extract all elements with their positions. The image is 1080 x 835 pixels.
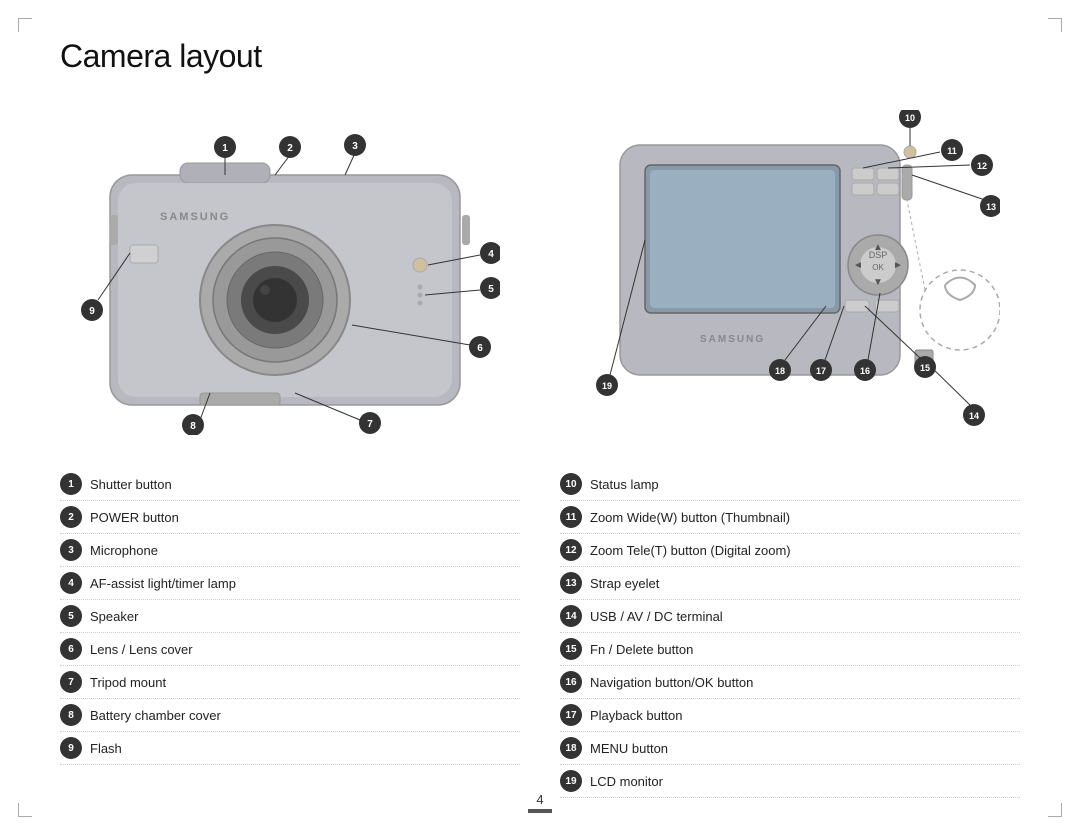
label-row: 8 Battery chamber cover: [60, 699, 520, 732]
label-badge: 11: [560, 506, 582, 528]
svg-text:14: 14: [969, 411, 979, 421]
label-text: LCD monitor: [590, 774, 663, 789]
label-row: 3 Microphone: [60, 534, 520, 567]
corner-mark-bl: [18, 803, 32, 817]
label-badge: 3: [60, 539, 82, 561]
label-badge: 1: [60, 473, 82, 495]
label-row: 6 Lens / Lens cover: [60, 633, 520, 666]
svg-text:OK: OK: [872, 263, 884, 272]
label-text: MENU button: [590, 741, 668, 756]
label-text: Microphone: [90, 543, 158, 558]
label-text: Tripod mount: [90, 675, 166, 690]
svg-text:2: 2: [287, 143, 293, 154]
label-badge: 4: [60, 572, 82, 594]
svg-text:19: 19: [602, 381, 612, 391]
label-badge: 18: [560, 737, 582, 759]
camera-front: SAMSUNG 1 2: [60, 100, 520, 460]
back-labels-column: 10 Status lamp 11 Zoom Wide(W) button (T…: [560, 468, 1020, 798]
label-text: Flash: [90, 741, 122, 756]
label-badge: 16: [560, 671, 582, 693]
label-row: 17 Playback button: [560, 699, 1020, 732]
label-row: 12 Zoom Tele(T) button (Digital zoom): [560, 534, 1020, 567]
label-badge: 5: [60, 605, 82, 627]
label-badge: 10: [560, 473, 582, 495]
label-row: 15 Fn / Delete button: [560, 633, 1020, 666]
corner-mark-tr: [1048, 18, 1062, 32]
label-text: Zoom Tele(T) button (Digital zoom): [590, 543, 791, 558]
front-labels-column: 1 Shutter button 2 POWER button 3 Microp…: [60, 468, 520, 798]
label-badge: 9: [60, 737, 82, 759]
svg-text:▼: ▼: [873, 277, 883, 288]
label-text: Navigation button/OK button: [590, 675, 753, 690]
label-text: Shutter button: [90, 477, 172, 492]
label-row: 11 Zoom Wide(W) button (Thumbnail): [560, 501, 1020, 534]
label-row: 7 Tripod mount: [60, 666, 520, 699]
svg-text:17: 17: [816, 366, 826, 376]
label-row: 18 MENU button: [560, 732, 1020, 765]
svg-text:18: 18: [775, 366, 785, 376]
svg-text:►: ►: [893, 260, 903, 271]
label-badge: 2: [60, 506, 82, 528]
label-badge: 13: [560, 572, 582, 594]
label-row: 14 USB / AV / DC terminal: [560, 600, 1020, 633]
label-badge: 14: [560, 605, 582, 627]
svg-text:12: 12: [977, 161, 987, 171]
corner-mark-tl: [18, 18, 32, 32]
svg-text:11: 11: [947, 146, 957, 156]
svg-text:10: 10: [905, 113, 915, 123]
label-badge: 8: [60, 704, 82, 726]
label-badge: 6: [60, 638, 82, 660]
page-number-bar: [528, 809, 552, 813]
corner-mark-br: [1048, 803, 1062, 817]
svg-text:7: 7: [367, 419, 373, 430]
label-text: USB / AV / DC terminal: [590, 609, 723, 624]
cameras-area: SAMSUNG 1 2: [60, 100, 1020, 460]
label-badge: 17: [560, 704, 582, 726]
label-text: Speaker: [90, 609, 138, 624]
label-badge: 12: [560, 539, 582, 561]
label-row: 19 LCD monitor: [560, 765, 1020, 798]
svg-text:8: 8: [190, 421, 196, 432]
label-text: Status lamp: [590, 477, 659, 492]
svg-text:SAMSUNG: SAMSUNG: [700, 334, 765, 345]
svg-text:4: 4: [488, 249, 494, 260]
label-text: AF-assist light/timer lamp: [90, 576, 236, 591]
label-badge: 19: [560, 770, 582, 792]
svg-text:◄: ◄: [853, 260, 863, 271]
svg-text:9: 9: [89, 306, 95, 317]
svg-text:1: 1: [222, 143, 228, 154]
label-row: 5 Speaker: [60, 600, 520, 633]
page-title: Camera layout: [60, 38, 262, 75]
label-text: Strap eyelet: [590, 576, 659, 591]
label-row: 1 Shutter button: [60, 468, 520, 501]
label-text: Battery chamber cover: [90, 708, 221, 723]
svg-text:16: 16: [860, 366, 870, 376]
label-text: Zoom Wide(W) button (Thumbnail): [590, 510, 790, 525]
svg-text:3: 3: [352, 141, 358, 152]
labels-section: 1 Shutter button 2 POWER button 3 Microp…: [60, 468, 1020, 798]
label-row: 2 POWER button: [60, 501, 520, 534]
label-row: 13 Strap eyelet: [560, 567, 1020, 600]
svg-text:13: 13: [986, 202, 996, 212]
label-badge: 7: [60, 671, 82, 693]
page-number: 4: [536, 792, 543, 807]
label-row: 4 AF-assist light/timer lamp: [60, 567, 520, 600]
svg-text:6: 6: [477, 343, 483, 354]
label-text: Fn / Delete button: [590, 642, 693, 657]
label-row: 16 Navigation button/OK button: [560, 666, 1020, 699]
label-row: 10 Status lamp: [560, 468, 1020, 501]
label-row: 9 Flash: [60, 732, 520, 765]
svg-text:▲: ▲: [873, 242, 883, 253]
svg-text:SAMSUNG: SAMSUNG: [160, 211, 230, 223]
camera-back: DSP OK ▲ ▼ ◄ ► SAMSUNG: [560, 100, 1020, 460]
label-text: Lens / Lens cover: [90, 642, 193, 657]
label-text: POWER button: [90, 510, 179, 525]
svg-text:15: 15: [920, 363, 930, 373]
svg-text:5: 5: [488, 284, 494, 295]
label-badge: 15: [560, 638, 582, 660]
label-text: Playback button: [590, 708, 683, 723]
